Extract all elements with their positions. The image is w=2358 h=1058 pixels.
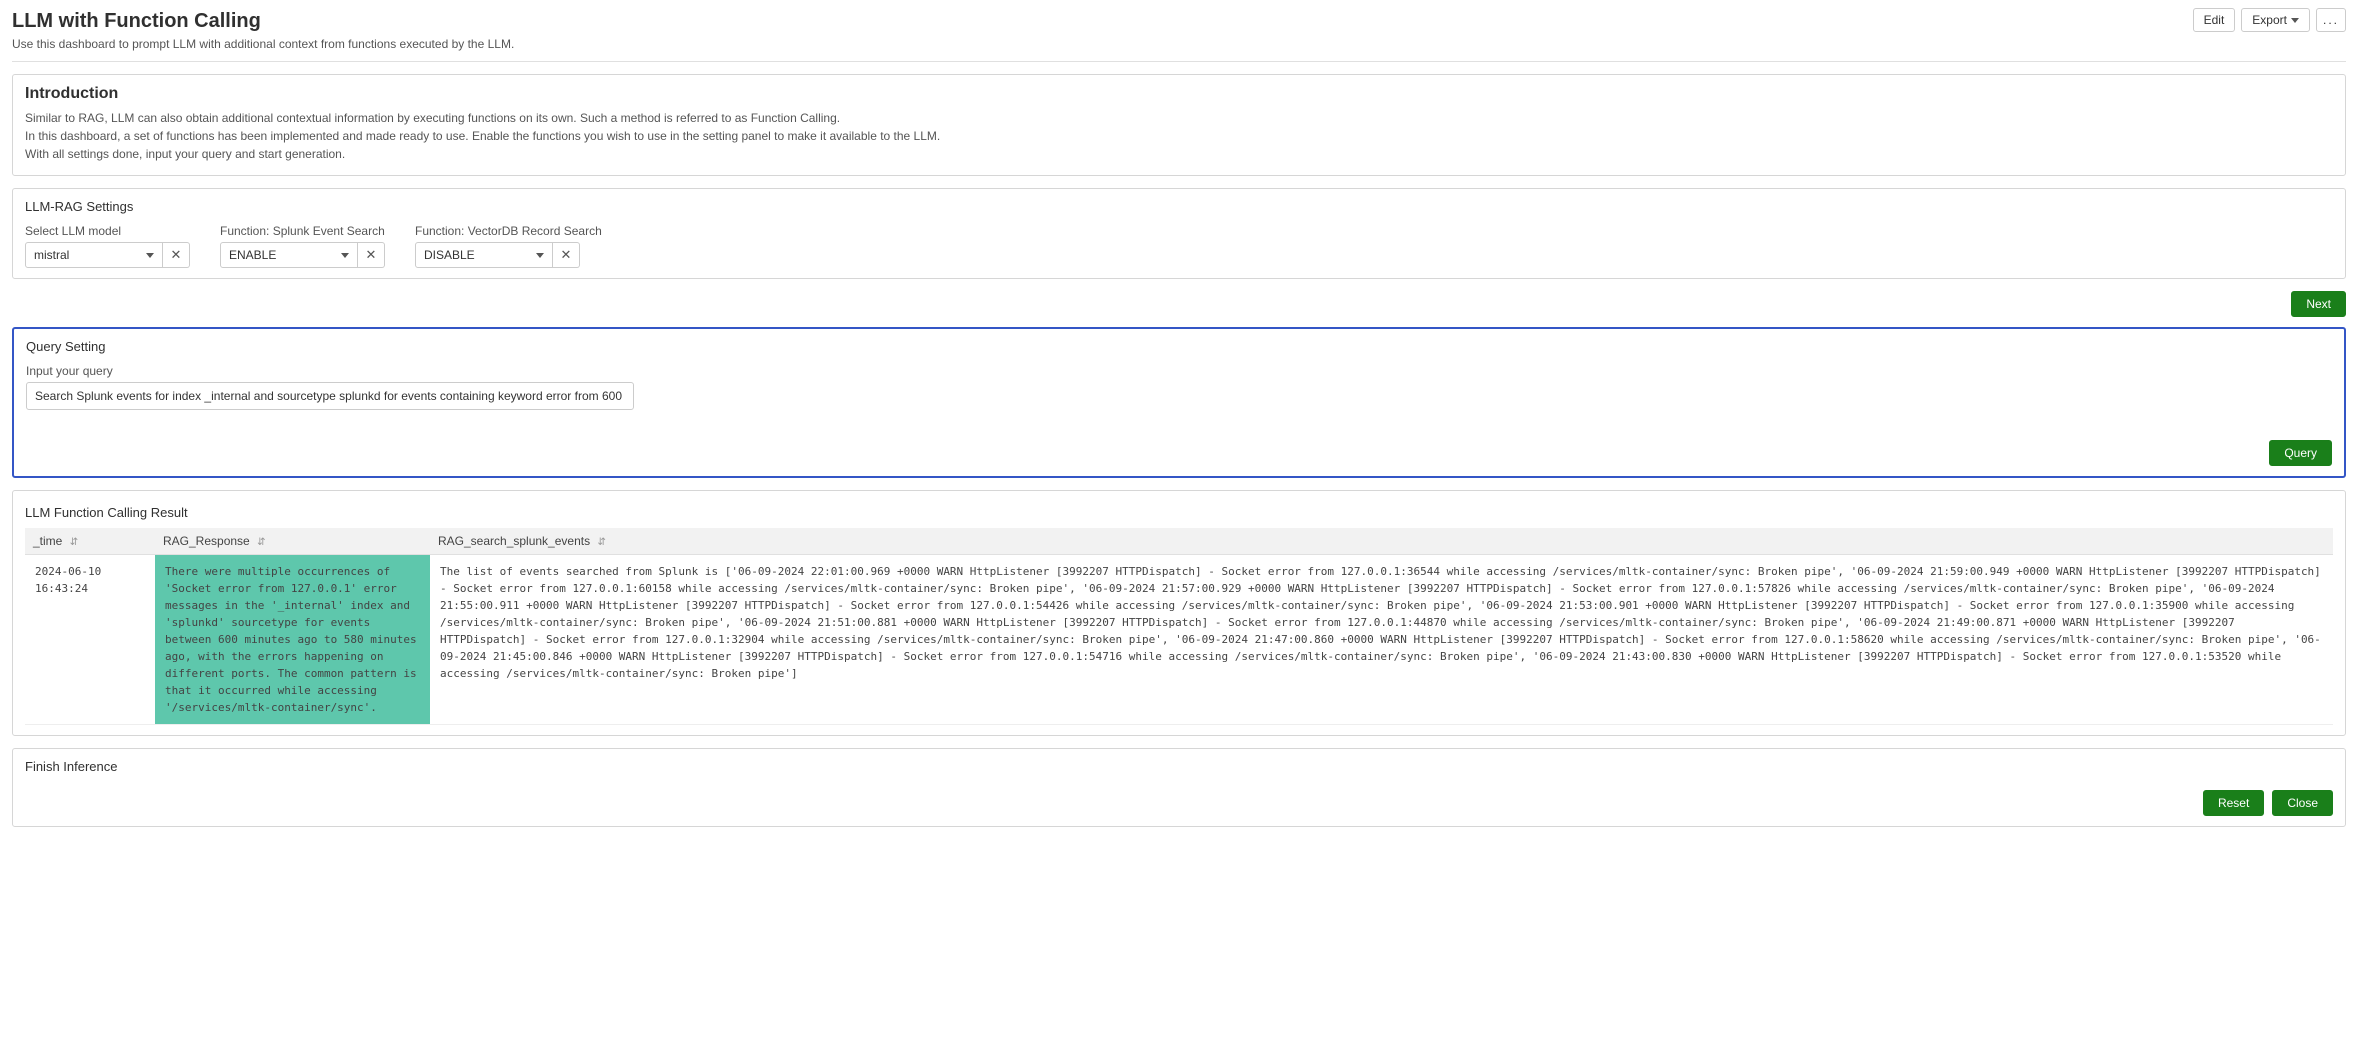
settings-row: Select LLM model mistral ✕ Function: Spl… (25, 224, 2333, 268)
close-icon: ✕ (366, 247, 377, 263)
query-input[interactable] (26, 382, 634, 410)
query-footer: Query (26, 440, 2332, 466)
page-subtitle: Use this dashboard to prompt LLM with ad… (12, 37, 2346, 51)
cell-time: 2024-06-10 16:43:24 (25, 555, 155, 725)
fn2-select-clear[interactable]: ✕ (553, 242, 580, 268)
setting-fn2-label: Function: VectorDB Record Search (415, 224, 602, 238)
settings-panel: LLM-RAG Settings Select LLM model mistra… (12, 188, 2346, 279)
caret-down-icon (146, 253, 154, 258)
introduction-text-1: Similar to RAG, LLM can also obtain addi… (25, 111, 2333, 125)
caret-down-icon (341, 253, 349, 258)
setting-fn1-group: Function: Splunk Event Search ENABLE ✕ (220, 224, 385, 268)
caret-down-icon (2291, 18, 2299, 23)
sort-icon: ⇵ (597, 537, 605, 548)
setting-fn1-label: Function: Splunk Event Search (220, 224, 385, 238)
reset-button[interactable]: Reset (2203, 790, 2264, 816)
fn1-select-value: ENABLE (229, 248, 276, 262)
sort-icon: ⇵ (257, 537, 265, 548)
model-select-clear[interactable]: ✕ (163, 242, 190, 268)
fn1-select-field[interactable]: ENABLE (220, 242, 358, 268)
fn1-select: ENABLE ✕ (220, 242, 385, 268)
settings-heading: LLM-RAG Settings (25, 199, 2333, 214)
fn2-select-field[interactable]: DISABLE (415, 242, 553, 268)
results-panel: LLM Function Calling Result _time ⇵ RAG_… (12, 490, 2346, 736)
edit-button[interactable]: Edit (2193, 8, 2236, 32)
table-row: 2024-06-10 16:43:24 There were multiple … (25, 555, 2333, 725)
setting-model-group: Select LLM model mistral ✕ (25, 224, 190, 268)
introduction-text-3: With all settings done, input your query… (25, 147, 2333, 161)
results-table: _time ⇵ RAG_Response ⇵ RAG_search_splunk… (25, 528, 2333, 725)
model-select-value: mistral (34, 248, 69, 262)
model-select-field[interactable]: mistral (25, 242, 163, 268)
setting-model-label: Select LLM model (25, 224, 190, 238)
next-button[interactable]: Next (2291, 291, 2346, 317)
finish-panel: Finish Inference Reset Close (12, 748, 2346, 827)
query-input-group: Input your query (26, 364, 2332, 410)
page-title: LLM with Function Calling (12, 10, 2346, 33)
results-col-resp-label: RAG_Response (163, 534, 250, 548)
cell-rag-response: There were multiple occurrences of 'Sock… (155, 555, 430, 725)
results-heading: LLM Function Calling Result (25, 505, 2333, 520)
finish-button-row: Reset Close (25, 790, 2333, 816)
query-heading: Query Setting (26, 339, 2332, 354)
introduction-heading: Introduction (25, 85, 2333, 103)
model-select: mistral ✕ (25, 242, 190, 268)
export-button[interactable]: Export (2241, 8, 2310, 32)
fn1-select-clear[interactable]: ✕ (358, 242, 385, 268)
finish-heading: Finish Inference (25, 759, 2333, 774)
query-panel: Query Setting Input your query Query (12, 327, 2346, 478)
fn2-select: DISABLE ✕ (415, 242, 602, 268)
page-header: LLM with Function Calling Use this dashb… (12, 8, 2346, 62)
results-header-row: _time ⇵ RAG_Response ⇵ RAG_search_splunk… (25, 528, 2333, 555)
results-col-events-label: RAG_search_splunk_events (438, 534, 590, 548)
results-col-time[interactable]: _time ⇵ (25, 528, 155, 555)
header-actions: Edit Export ... (2193, 8, 2346, 32)
close-icon: ✕ (171, 247, 182, 263)
export-button-label: Export (2252, 14, 2287, 26)
more-actions-button[interactable]: ... (2316, 8, 2346, 32)
results-col-events[interactable]: RAG_search_splunk_events ⇵ (430, 528, 2333, 555)
close-button[interactable]: Close (2272, 790, 2333, 816)
results-col-time-label: _time (33, 534, 62, 548)
results-col-resp[interactable]: RAG_Response ⇵ (155, 528, 430, 555)
next-button-row: Next (12, 291, 2346, 317)
cell-rag-events: The list of events searched from Splunk … (430, 555, 2333, 725)
introduction-text-2: In this dashboard, a set of functions ha… (25, 129, 2333, 143)
close-icon: ✕ (561, 247, 572, 263)
query-button[interactable]: Query (2269, 440, 2332, 466)
caret-down-icon (536, 253, 544, 258)
query-input-label: Input your query (26, 364, 2332, 378)
setting-fn2-group: Function: VectorDB Record Search DISABLE… (415, 224, 602, 268)
fn2-select-value: DISABLE (424, 248, 475, 262)
introduction-panel: Introduction Similar to RAG, LLM can als… (12, 74, 2346, 176)
sort-icon: ⇵ (70, 537, 78, 548)
